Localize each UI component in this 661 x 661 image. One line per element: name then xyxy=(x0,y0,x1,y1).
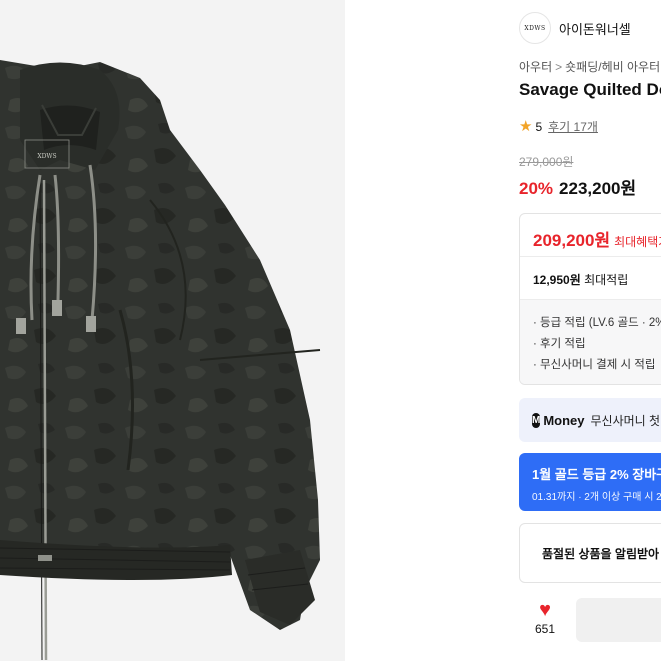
heart-icon: ♥ xyxy=(539,599,551,621)
max-benefit-label: 최대혜택가 xyxy=(614,235,661,249)
breadcrumb-subcategory[interactable]: 숏패딩/헤비 아우터 xyxy=(565,60,660,74)
product-image-main[interactable]: XDWS xyxy=(0,0,345,661)
list-item: · 후기 적립 xyxy=(533,338,586,350)
money-icon: M xyxy=(532,412,541,428)
brand-logo-text: XDWS xyxy=(524,24,546,32)
list-item: · 등급 적립 (LV.6 골드 · 2%) xyxy=(533,317,661,329)
product-detail-panel: XDWS 아이돈워너셀 아우터 > 숏패딩/헤비 아우터 Savage Quilte… xyxy=(503,0,661,661)
cart-button[interactable] xyxy=(576,598,661,642)
rating-value: 5 xyxy=(535,119,543,134)
original-price: 279,000원 xyxy=(519,155,574,169)
promo-title: 1월 골드 등급 2% 장바구니 쿠폰 xyxy=(532,467,661,482)
breadcrumb-category[interactable]: 아우터 xyxy=(519,60,552,74)
star-icon: ★ xyxy=(519,118,533,135)
price-row: 20% 223,200원 xyxy=(519,174,636,199)
jacket-logo: XDWS xyxy=(37,153,56,160)
sale-price: 223,200원 xyxy=(559,179,637,198)
restock-alert-text: 품절된 상품을 알림받아 보세요 xyxy=(542,546,661,561)
points-breakdown: · 등급 적립 (LV.6 골드 · 2%) · 후기 적립 · 무신사머니 결… xyxy=(520,299,661,384)
review-count-link[interactable]: 후기 17개 xyxy=(548,118,598,135)
jacket-image: XDWS xyxy=(0,60,321,661)
promo-subtitle: 01.31까지 · 2개 이상 구매 시 2% 할인 xyxy=(532,492,661,503)
rating-row: ★ 5 후기 17개 xyxy=(519,118,598,135)
gallery-spacer xyxy=(345,0,503,661)
like-button[interactable]: ♥ 651 xyxy=(531,600,559,636)
like-count: 651 xyxy=(534,622,556,636)
svg-text:XDWS: XDWS xyxy=(37,153,56,160)
discount-rate: 20% xyxy=(519,179,554,198)
promo-banner[interactable]: 1월 골드 등급 2% 장바구니 쿠폰 01.31까지 · 2개 이상 구매 시… xyxy=(519,453,661,511)
card-divider xyxy=(520,256,661,257)
brand-row[interactable]: XDWS 아이돈워너셀 xyxy=(519,12,631,44)
brand-name[interactable]: 아이돈워너셀 xyxy=(559,19,631,38)
max-points-row: 12,950원 최대적립 xyxy=(533,271,628,288)
max-benefit-price: 209,200원최대혜택가 xyxy=(533,226,661,251)
restock-alert-banner[interactable]: 품절된 상품을 알림받아 보세요 xyxy=(519,523,661,583)
points-amount: 12,950원 xyxy=(533,273,581,287)
money-banner-text: 무신사머니 첫 결제 혜택 xyxy=(590,413,661,428)
max-benefit-amount: 209,200원 xyxy=(533,231,611,250)
breadcrumb-separator: > xyxy=(555,60,563,74)
brand-logo[interactable]: XDWS xyxy=(519,12,551,44)
breadcrumb: 아우터 > 숏패딩/헤비 아우터 xyxy=(519,58,660,75)
points-label: 최대적립 xyxy=(584,273,629,287)
money-banner[interactable]: M Money 무신사머니 첫 결제 혜택 xyxy=(519,398,661,442)
product-title: Savage Quilted Down Jacket xyxy=(519,80,661,99)
list-item: · 무신사머니 결제 시 적립 xyxy=(533,359,656,371)
benefit-card[interactable]: 209,200원최대혜택가 12,950원 최대적립 · 등급 적립 (LV.6… xyxy=(519,213,661,385)
money-brand: Money xyxy=(543,412,585,428)
